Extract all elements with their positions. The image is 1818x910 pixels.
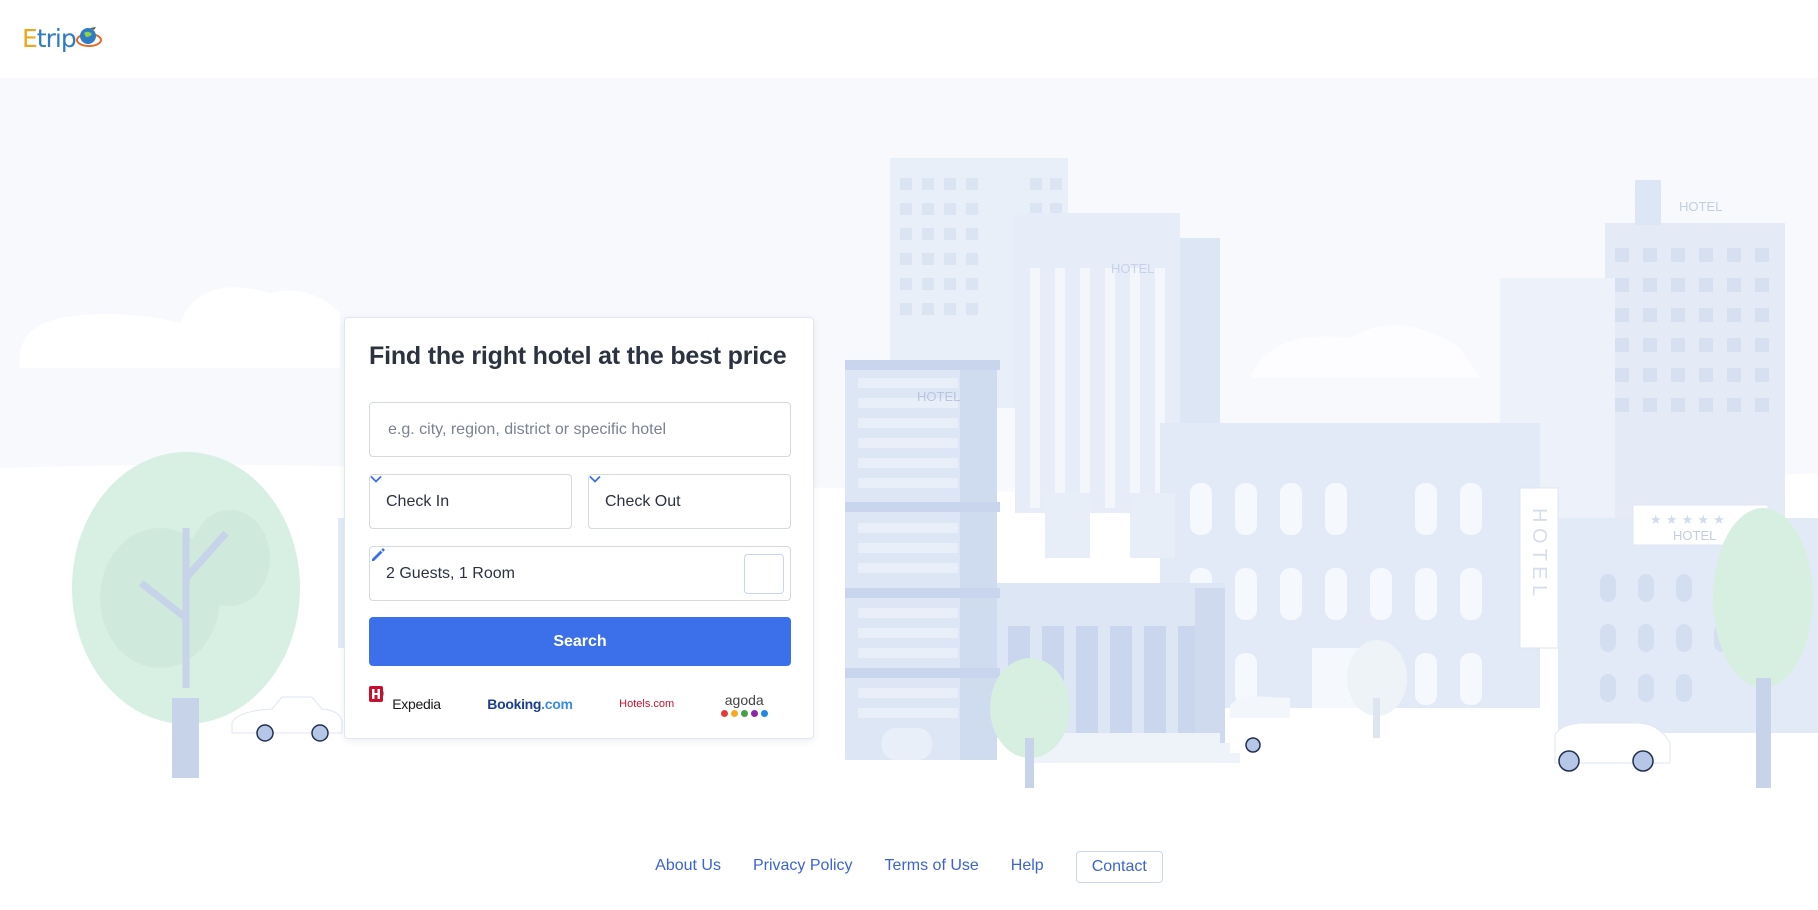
hotel-sign-vertical: H O T E L — [1528, 508, 1550, 596]
pencil-icon — [372, 548, 385, 561]
search-button[interactable]: Search — [369, 617, 791, 666]
agoda-name: agoda — [724, 691, 764, 708]
chevron-down-icon — [589, 475, 601, 483]
city-illustration: HOTEL HOTEL HOTEL HOTEL ★ ★ ★ ★ ★ H O T … — [0, 158, 1818, 813]
guests-rooms-field[interactable]: 2 Guests, 1 Room — [369, 546, 791, 601]
booking-tld: .com — [541, 696, 573, 712]
logo-letter-e: E — [22, 23, 38, 53]
expedia-logo: Expedia — [369, 686, 441, 712]
check-out-label: Check Out — [605, 492, 681, 510]
agoda-dot — [750, 709, 758, 717]
logo-word-trip: trip — [36, 23, 77, 53]
agoda-dot — [740, 709, 748, 717]
search-card-title: Find the right hotel at the best price — [369, 342, 787, 370]
etrip-logo[interactable]: Etrip — [22, 22, 102, 54]
hotel-sign-2: HOTEL — [917, 389, 960, 404]
hotel-sign-1: HOTEL — [1111, 261, 1154, 276]
agoda-logo: agoda — [720, 691, 768, 717]
hotel-search-card: Find the right hotel at the best price C… — [344, 317, 814, 739]
header: Etrip — [0, 0, 1818, 78]
hotels-com-name: Hotels.com — [619, 698, 675, 710]
footer-link-privacy[interactable]: Privacy Policy — [753, 851, 853, 881]
hotel-stars: ★ ★ ★ ★ ★ — [1650, 513, 1725, 528]
footer-link-terms[interactable]: Terms of Use — [885, 851, 979, 881]
hero-section: HOTEL HOTEL HOTEL HOTEL ★ ★ ★ ★ ★ H O T … — [0, 78, 1818, 813]
footer-contact-button[interactable]: Contact — [1075, 851, 1163, 883]
check-in-label: Check In — [386, 492, 450, 510]
footer-link-help[interactable]: Help — [1011, 851, 1044, 881]
footer: About Us Privacy Policy Terms of Use Hel… — [0, 813, 1818, 910]
hotel-sign-3: HOTEL — [1679, 199, 1722, 214]
edit-guests-button[interactable] — [372, 548, 784, 594]
guests-rooms-label: 2 Guests, 1 Room — [386, 564, 515, 582]
agoda-dot — [760, 709, 768, 717]
footer-link-about[interactable]: About Us — [655, 851, 721, 881]
destination-input[interactable] — [386, 419, 790, 440]
logo-text: Etrip — [22, 23, 77, 53]
booking-name: Booking.com — [487, 696, 573, 712]
destination-field[interactable] — [369, 402, 791, 457]
check-out-dropdown[interactable]: Check Out — [588, 474, 791, 529]
globe-plane-icon — [75, 27, 102, 47]
expedia-name: Expedia — [392, 696, 441, 712]
agoda-dots — [720, 709, 768, 717]
booking-word: Booking — [487, 696, 542, 712]
hotels-com-icon — [369, 686, 383, 702]
partner-logos: Expedia Booking.com Hotels.com agoda — [369, 686, 791, 722]
hotel-sign-4: HOTEL — [1673, 528, 1716, 543]
agoda-dot — [730, 709, 738, 717]
footer-links: About Us Privacy Policy Terms of Use Hel… — [0, 851, 1818, 883]
chevron-down-icon — [370, 475, 382, 483]
hotels-com-logo: Hotels.com — [369, 686, 675, 710]
booking-logo: Booking.com — [487, 696, 573, 712]
check-in-dropdown[interactable]: Check In — [369, 474, 572, 529]
agoda-dot — [720, 709, 728, 717]
